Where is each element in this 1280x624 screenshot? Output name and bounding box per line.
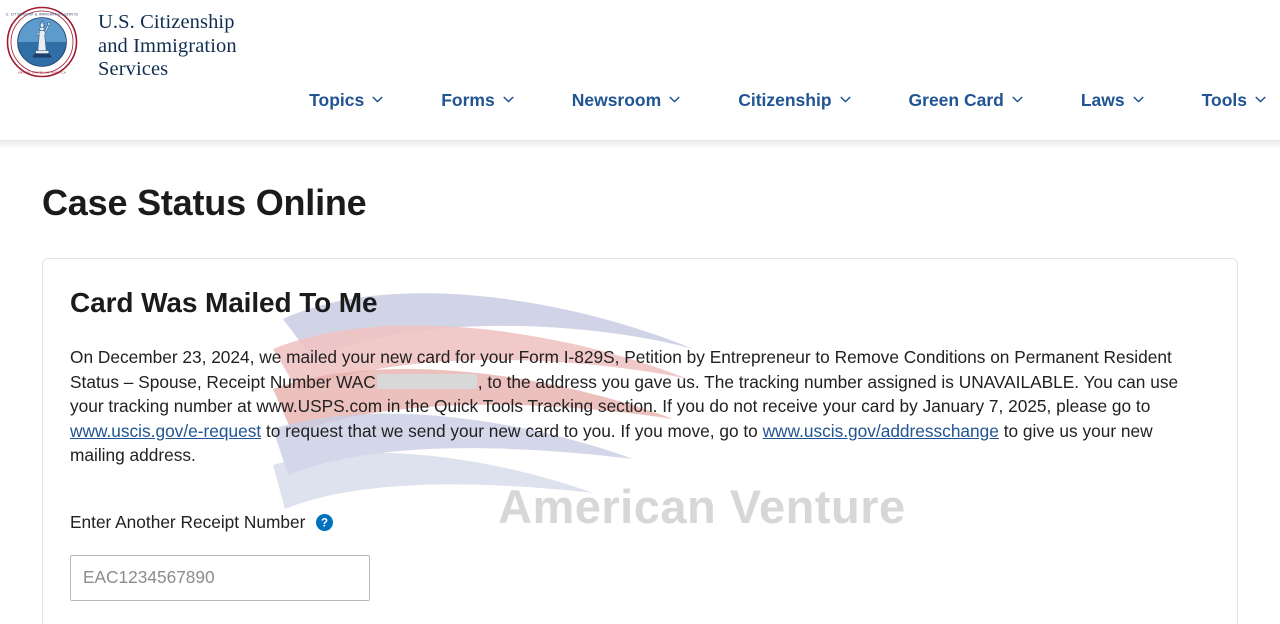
receipt-number-label: Enter Another Receipt Number ? [70,512,1211,533]
chevron-down-icon [669,94,680,105]
nav-item-label: Topics [309,90,365,110]
agency-name-line-2: and Immigration [98,34,237,57]
address-change-link[interactable]: www.uscis.gov/addresschange [763,421,999,441]
agency-name: U.S. Citizenship and Immigration Service… [98,11,237,82]
redacted-receipt-number [376,373,477,389]
chevron-down-icon [1012,94,1023,105]
chevron-down-icon [503,94,514,105]
nav-item-citizenship[interactable]: Citizenship [738,90,851,111]
case-status-content: Card Was Mailed To Me On December 23, 20… [70,287,1211,601]
agency-name-line-1: U.S. Citizenship [98,11,235,33]
svg-text:U.S. CITIZENSHIP & IMMIGRATION: U.S. CITIZENSHIP & IMMIGRATION SERVICES [6,12,78,16]
uscis-seal-icon: U.S. CITIZENSHIP & IMMIGRATION SERVICES … [2,6,81,78]
nav-item-label: Tools [1201,90,1247,110]
help-circle-icon[interactable]: ? [316,513,334,531]
nav-item-label: Forms [441,90,495,110]
chevron-down-icon [372,94,383,105]
receipt-number-label-text: Enter Another Receipt Number [70,511,306,532]
nav-item-label: Citizenship [738,90,832,110]
case-status-message: On December 23, 2024, we mailed your new… [70,345,1211,468]
site-header: U.S. CITIZENSHIP & IMMIGRATION SERVICES … [0,0,1280,148]
nav-item-laws[interactable]: Laws [1081,90,1144,111]
case-status-card: American Venture Solutions EB-5 Card Was… [42,258,1238,624]
chevron-down-icon [839,94,851,105]
nav-item-forms[interactable]: Forms [441,90,514,111]
page-body: Case Status Online American Venture Solu… [0,140,1280,624]
page-title: Case Status Online [42,182,367,223]
main-navigation: Topics Forms Newsroom Citizenship Green … [309,90,1266,111]
svg-text:?: ? [321,518,328,530]
chevron-down-icon [1133,94,1144,105]
receipt-number-field-block: Enter Another Receipt Number ? [70,512,1211,601]
svg-text:UNITED STATES OF AMERICA: UNITED STATES OF AMERICA [18,71,67,75]
receipt-number-input[interactable] [70,554,370,601]
nav-item-label: Newsroom [571,90,662,110]
nav-item-label: Green Card [908,90,1004,110]
site-brand[interactable]: U.S. CITIZENSHIP & IMMIGRATION SERVICES … [2,6,237,82]
case-status-title: Card Was Mailed To Me [70,287,378,318]
e-request-link[interactable]: www.uscis.gov/e-request [70,421,261,441]
nav-item-topics[interactable]: Topics [309,90,383,111]
nav-item-green-card[interactable]: Green Card [909,90,1023,111]
nav-item-label: Laws [1080,90,1125,110]
nav-item-tools[interactable]: Tools [1202,90,1266,111]
nav-item-newsroom[interactable]: Newsroom [572,90,680,111]
status-text-part-3: to request that we send your new card to… [261,420,763,441]
agency-name-line-3: Services [98,58,169,80]
chevron-down-icon [1255,94,1266,105]
